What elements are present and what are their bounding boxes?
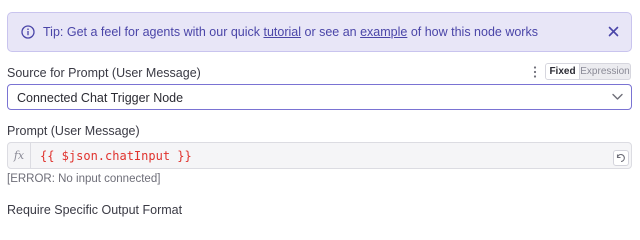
tutorial-link[interactable]: tutorial bbox=[263, 25, 301, 39]
toggle-expression[interactable]: Expression bbox=[580, 64, 630, 79]
source-label: Source for Prompt (User Message) bbox=[7, 66, 201, 80]
fx-icon: fx bbox=[8, 143, 31, 168]
prompt-label: Prompt (User Message) bbox=[7, 124, 140, 138]
tip-middle: or see an bbox=[301, 25, 361, 39]
example-link[interactable]: example bbox=[360, 25, 407, 39]
prompt-source-select[interactable]: Connected Chat Trigger Node bbox=[7, 84, 632, 110]
output-format-label: Require Specific Output Format bbox=[7, 203, 183, 217]
toggle-fixed[interactable]: Fixed bbox=[546, 64, 580, 79]
prompt-expression-input[interactable]: fx {{ $json.chatInput }} bbox=[7, 142, 632, 169]
more-options-icon[interactable] bbox=[532, 65, 538, 79]
close-icon[interactable] bbox=[608, 26, 619, 37]
tip-prefix: Tip: Get a feel for agents with our quic… bbox=[43, 25, 264, 39]
expression-value: {{ $json.chatInput }} bbox=[40, 149, 192, 163]
fixed-expression-toggle: Fixed Expression bbox=[545, 63, 631, 80]
open-expression-editor-button[interactable] bbox=[613, 150, 629, 166]
input-error-text: [ERROR: No input connected] bbox=[7, 173, 161, 185]
select-value: Connected Chat Trigger Node bbox=[17, 91, 184, 105]
info-icon bbox=[21, 25, 35, 39]
tip-banner: Tip: Get a feel for agents with our quic… bbox=[7, 12, 632, 52]
chevron-down-icon bbox=[612, 93, 623, 100]
tip-text: Tip: Get a feel for agents with our quic… bbox=[43, 25, 538, 39]
expand-icon bbox=[616, 153, 625, 163]
tip-suffix: of how this node works bbox=[407, 25, 538, 39]
